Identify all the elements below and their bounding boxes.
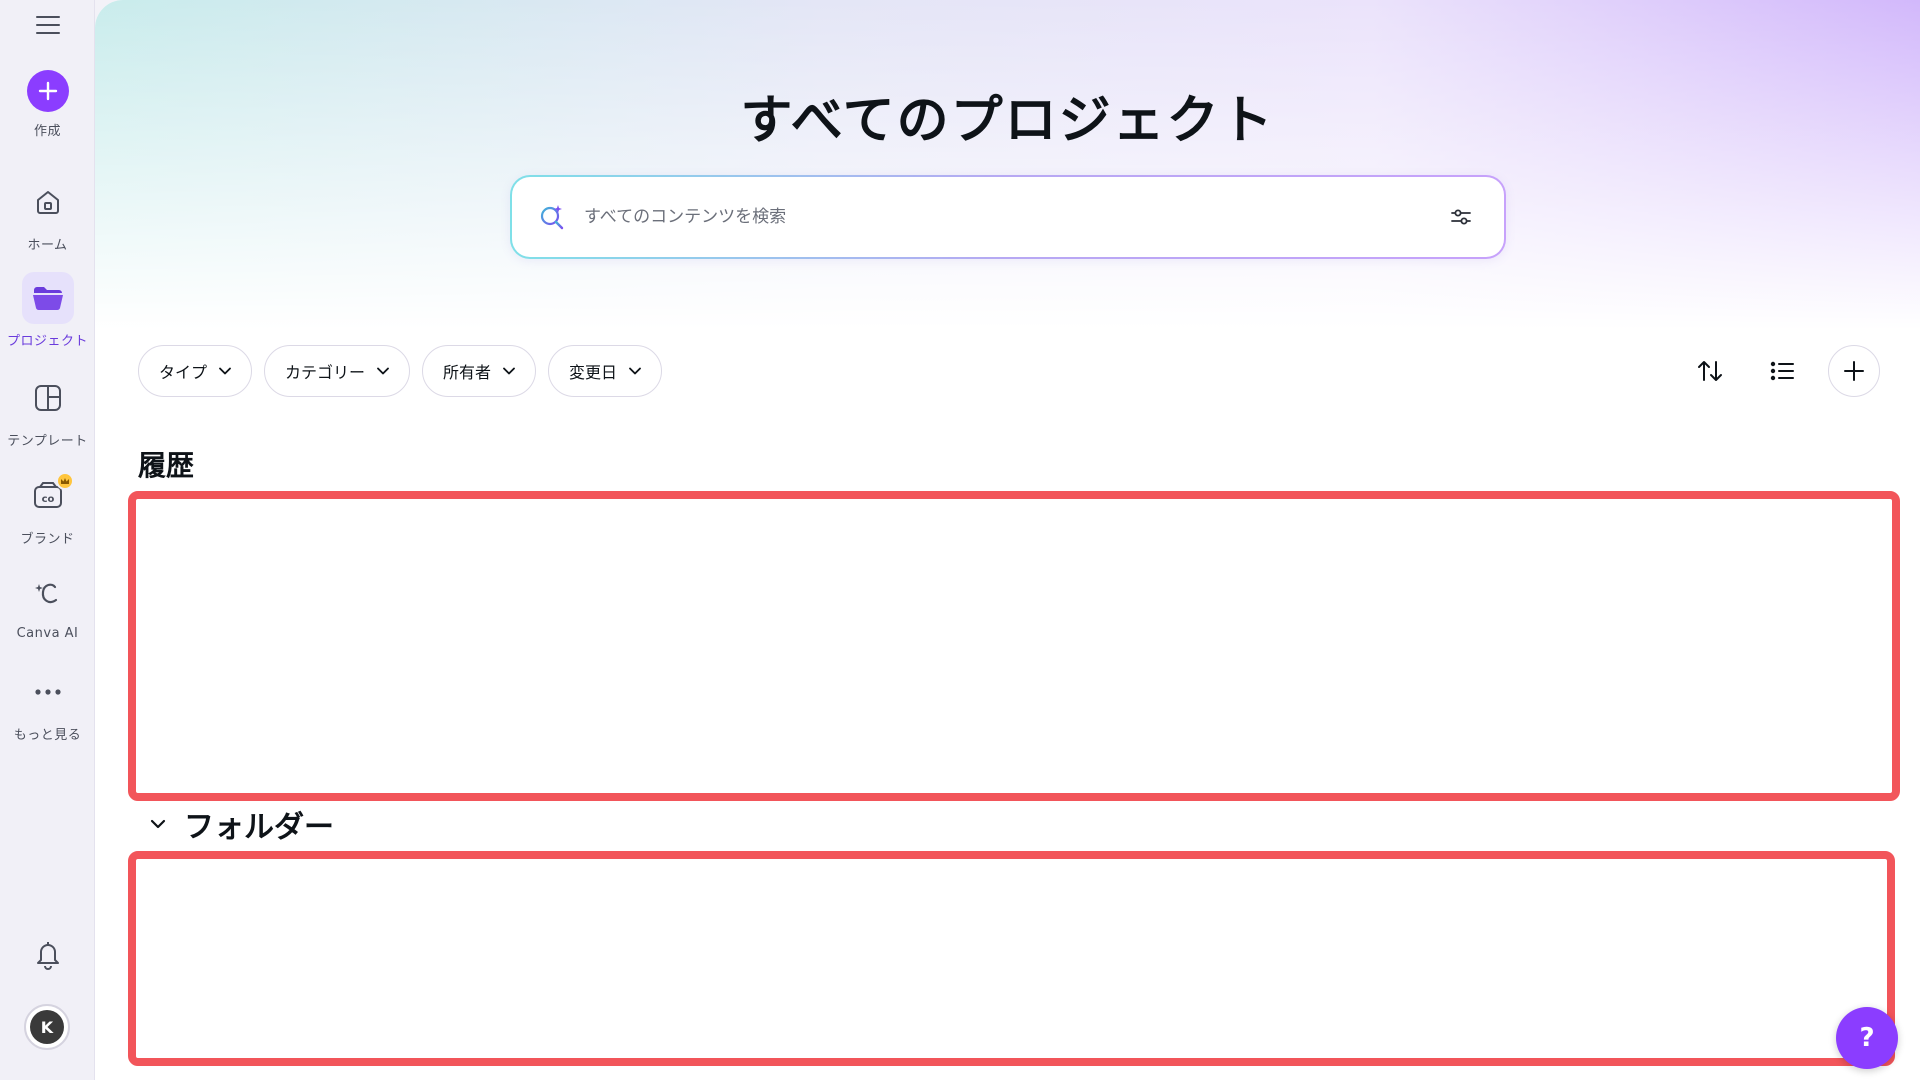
filter-modified-dropdown[interactable]: 変更日 bbox=[548, 345, 663, 397]
filter-category-dropdown[interactable]: カテゴリー bbox=[264, 345, 411, 397]
list-view-button[interactable] bbox=[1756, 345, 1808, 397]
sidebar-item-label: 作成 bbox=[33, 124, 61, 139]
filter-label: タイプ bbox=[159, 363, 208, 382]
notifications-button[interactable] bbox=[0, 928, 95, 980]
plus-icon bbox=[26, 70, 69, 112]
canva-ai-icon bbox=[22, 568, 74, 620]
folder-icon bbox=[21, 272, 74, 324]
magic-search-icon bbox=[538, 202, 568, 232]
filter-label: 変更日 bbox=[569, 363, 618, 382]
sidebar-item-label: ホーム bbox=[27, 238, 68, 253]
sort-icon bbox=[1698, 361, 1722, 381]
crown-icon bbox=[55, 472, 74, 490]
bell-icon bbox=[22, 928, 74, 980]
sidebar: 作成 ホーム プロジェクト テンプレート co ブランド Canva AI もっ… bbox=[0, 0, 95, 1080]
section-title-recent: 履歴 bbox=[138, 449, 195, 482]
sidebar-item-create[interactable]: 作成 bbox=[0, 70, 95, 139]
template-icon bbox=[22, 372, 74, 424]
filter-owner-dropdown[interactable]: 所有者 bbox=[422, 345, 537, 397]
filter-bar: タイプ カテゴリー 所有者 変更日 bbox=[138, 345, 663, 397]
search-filter-icon[interactable] bbox=[1444, 200, 1478, 234]
sidebar-item-more[interactable]: もっと見る bbox=[0, 666, 95, 743]
main-panel: すべてのプロジェクト タイプ カテゴリー 所有者 bbox=[95, 0, 1920, 1080]
avatar-initial: K bbox=[30, 1010, 64, 1044]
sidebar-item-projects[interactable]: プロジェクト bbox=[0, 272, 95, 349]
help-button[interactable]: ? bbox=[1836, 1007, 1898, 1069]
sidebar-item-label: テンプレート bbox=[7, 434, 88, 449]
sidebar-item-home[interactable]: ホーム bbox=[0, 176, 95, 253]
search-bar[interactable] bbox=[510, 175, 1506, 259]
list-view-icon bbox=[1770, 361, 1794, 381]
add-new-button[interactable] bbox=[1828, 345, 1880, 397]
view-tools bbox=[1684, 345, 1880, 397]
chevron-down-icon bbox=[629, 367, 641, 375]
avatar[interactable]: K bbox=[24, 1004, 70, 1050]
filter-type-dropdown[interactable]: タイプ bbox=[138, 345, 253, 397]
hamburger-menu-icon[interactable] bbox=[33, 12, 63, 38]
chevron-down-icon bbox=[219, 367, 231, 375]
chevron-down-icon bbox=[150, 819, 166, 829]
sidebar-item-label: ブランド bbox=[20, 532, 75, 547]
filter-label: 所有者 bbox=[443, 363, 492, 382]
hero-background bbox=[95, 0, 1920, 330]
plus-icon bbox=[1844, 361, 1864, 381]
page-title: すべてのプロジェクト bbox=[740, 91, 1275, 151]
home-icon bbox=[22, 176, 74, 228]
chevron-down-icon bbox=[503, 367, 515, 375]
search-input[interactable] bbox=[582, 206, 1444, 228]
sort-button[interactable] bbox=[1684, 345, 1736, 397]
sidebar-item-canva-ai[interactable]: Canva AI bbox=[0, 568, 95, 641]
brand-icon: co bbox=[22, 470, 74, 522]
sidebar-item-brand[interactable]: co ブランド bbox=[0, 470, 95, 547]
chevron-down-icon bbox=[377, 367, 389, 375]
folders-section-toggle[interactable]: フォルダー bbox=[150, 802, 334, 846]
sidebar-item-templates[interactable]: テンプレート bbox=[0, 372, 95, 449]
folder-items-area bbox=[128, 851, 1895, 1066]
section-title-folders: フォルダー bbox=[184, 810, 334, 845]
more-icon bbox=[22, 666, 74, 718]
recent-items-area bbox=[128, 491, 1900, 801]
svg-text:co: co bbox=[41, 494, 54, 505]
sidebar-item-label: プロジェクト bbox=[6, 334, 88, 349]
sidebar-item-label: Canva AI bbox=[16, 626, 79, 641]
filter-label: カテゴリー bbox=[285, 363, 366, 382]
sidebar-item-label: もっと見る bbox=[13, 728, 82, 743]
